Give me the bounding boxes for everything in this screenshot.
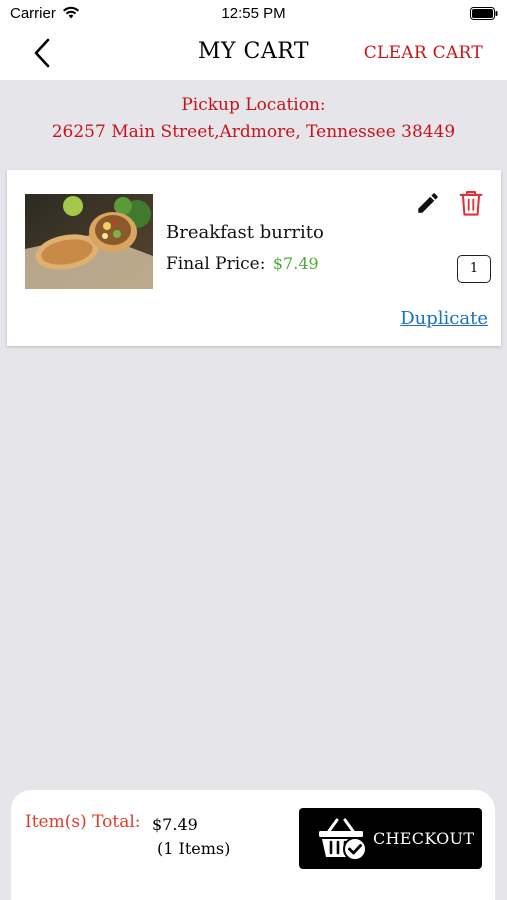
pickup-address: 26257 Main Street,Ardmore, Tennessee 384… bbox=[51, 122, 456, 142]
total-value: $7.49 bbox=[152, 815, 198, 834]
item-name: Breakfast burrito bbox=[166, 222, 324, 243]
cart-item-card: Breakfast burrito Final Price: $7.49 1 D… bbox=[7, 170, 501, 346]
status-time: 12:55 PM bbox=[221, 5, 286, 22]
total-label: Item(s) Total: bbox=[25, 812, 141, 832]
pickup-label: Pickup Location: bbox=[181, 95, 326, 115]
checkout-panel: Item(s) Total: $7.49 (1 Items) CHECKOUT bbox=[11, 790, 495, 900]
quantity-field[interactable]: 1 bbox=[457, 255, 491, 283]
basket-check-icon bbox=[319, 818, 367, 861]
duplicate-link[interactable]: Duplicate bbox=[400, 308, 488, 329]
price-row: Final Price: $7.49 bbox=[166, 254, 319, 274]
pickup-location: Pickup Location: 26257 Main Street,Ardmo… bbox=[0, 92, 507, 146]
trash-icon bbox=[459, 191, 483, 216]
price-label: Final Price: bbox=[166, 254, 266, 274]
clear-cart-button[interactable]: CLEAR CART bbox=[364, 43, 483, 63]
delete-item-button[interactable] bbox=[457, 188, 485, 218]
edit-item-button[interactable] bbox=[415, 190, 441, 216]
nav-bar: MY CART CLEAR CART bbox=[0, 28, 507, 80]
item-image bbox=[25, 194, 153, 289]
pencil-icon bbox=[418, 193, 438, 213]
status-bar: Carrier 12:55 PM bbox=[0, 0, 507, 28]
chevron-left-icon bbox=[34, 38, 50, 68]
checkout-label: CHECKOUT bbox=[373, 829, 475, 848]
price-value: $7.49 bbox=[272, 254, 319, 273]
battery-icon bbox=[470, 7, 498, 20]
back-button[interactable] bbox=[28, 36, 56, 70]
items-count: (1 Items) bbox=[157, 839, 231, 858]
checkout-button[interactable]: CHECKOUT bbox=[299, 808, 482, 869]
